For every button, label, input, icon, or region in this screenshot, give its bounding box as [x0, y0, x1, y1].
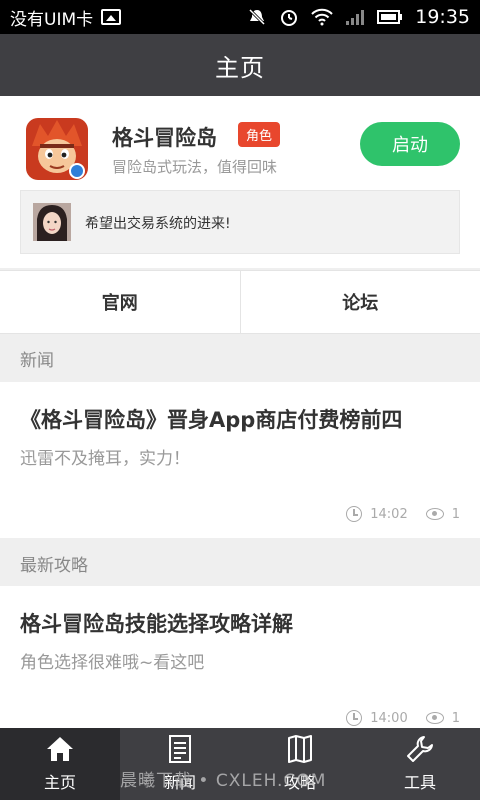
- game-card: 格斗冒险岛 角色 冒险岛式玩法，值得回味 启动 希望出交易系统的进来!: [0, 96, 480, 268]
- forum-link[interactable]: 论坛: [239, 271, 480, 333]
- battery-icon: [377, 10, 403, 24]
- official-site-link[interactable]: 官网: [0, 271, 240, 333]
- clock-icon: [346, 506, 363, 522]
- bottom-nav: 主页 新闻 攻略 工具: [0, 728, 480, 800]
- article-title: 格斗冒险岛技能选择攻略详解: [20, 612, 293, 636]
- nav-label: 新闻: [163, 773, 196, 792]
- article-views: 1: [451, 710, 460, 726]
- status-icons: 19:35: [247, 6, 470, 28]
- launch-button[interactable]: 启动: [360, 122, 460, 166]
- game-description: 冒险岛式玩法，值得回味: [112, 158, 278, 176]
- signal-icon: [346, 10, 365, 25]
- eye-icon: [425, 508, 444, 520]
- page-title: 主页: [215, 53, 265, 82]
- game-name: 格斗冒险岛: [112, 126, 217, 150]
- article-title: 《格斗冒险岛》晋身App商店付费榜前四: [20, 408, 403, 432]
- eye-icon: [425, 712, 444, 724]
- image-icon: [101, 9, 122, 25]
- guide-article-card[interactable]: 格斗冒险岛技能选择攻略详解 角色选择很难哦~看这吧 14:00 1: [0, 586, 480, 728]
- home-icon: [46, 735, 74, 763]
- nav-label: 工具: [403, 773, 436, 792]
- guides-section-heading: 最新攻略: [0, 540, 480, 586]
- article-meta: 14:00 1: [346, 710, 460, 726]
- article-meta: 14:02 1: [346, 506, 460, 522]
- carrier-text: 没有UIM卡: [10, 9, 94, 30]
- article-time: 14:02: [370, 506, 408, 522]
- article-subtitle: 角色选择很难哦~看这吧: [20, 653, 205, 673]
- nav-label: 攻略: [283, 773, 316, 792]
- status-bar: 没有UIM卡 19:35: [0, 0, 480, 34]
- nav-item-guides[interactable]: 攻略: [240, 728, 360, 800]
- news-section-heading: 新闻: [0, 335, 480, 381]
- game-app-icon[interactable]: [26, 118, 88, 180]
- nav-item-home[interactable]: 主页: [0, 728, 120, 800]
- avatar: [33, 203, 71, 241]
- links-row: 官网 论坛: [0, 270, 480, 334]
- clock-icon: [346, 710, 363, 726]
- article-time: 14:00: [370, 710, 408, 726]
- game-category-badge: 角色: [238, 122, 281, 147]
- wifi-icon: [311, 8, 333, 26]
- title-bar: 主页: [0, 34, 480, 96]
- comment-text: 希望出交易系统的进来!: [85, 216, 231, 232]
- nav-item-news[interactable]: 新闻: [120, 728, 240, 800]
- news-article-card[interactable]: 《格斗冒险岛》晋身App商店付费榜前四 迅雷不及掩耳，实力！ 14:02 1: [0, 382, 480, 538]
- comment-box[interactable]: 希望出交易系统的进来!: [20, 190, 460, 254]
- book-icon: [286, 735, 314, 763]
- clock-time: 19:35: [415, 6, 470, 28]
- document-icon: [166, 735, 194, 763]
- article-subtitle: 迅雷不及掩耳，实力！: [20, 449, 190, 469]
- alarm-icon: [281, 10, 298, 26]
- article-views: 1: [451, 506, 460, 522]
- nav-label: 主页: [43, 773, 76, 792]
- nav-item-tools[interactable]: 工具: [360, 728, 480, 800]
- mute-icon: [249, 8, 266, 26]
- wrench-icon: [406, 735, 434, 763]
